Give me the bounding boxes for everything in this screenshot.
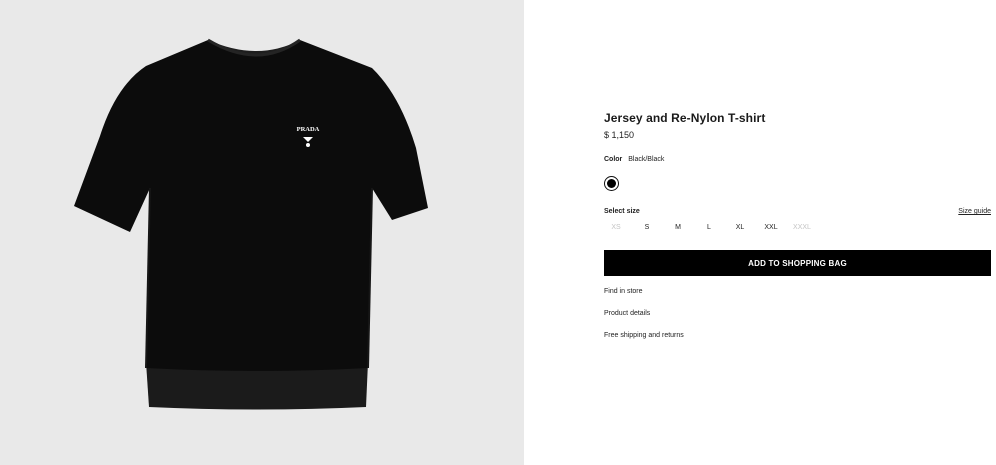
size-label: Select size: [604, 208, 640, 215]
size-option-xxxl[interactable]: XXXL: [790, 224, 814, 231]
product-title: Jersey and Re-Nylon T-shirt: [604, 111, 766, 125]
size-option-s[interactable]: S: [635, 224, 659, 231]
size-option-m[interactable]: M: [666, 224, 690, 231]
color-value: Black/Black: [628, 156, 665, 163]
add-to-bag-button[interactable]: ADD TO SHOPPING BAG: [604, 250, 991, 276]
product-image-panel: PRADA: [0, 0, 524, 465]
size-guide-link[interactable]: Size guide: [958, 208, 991, 215]
tshirt-logo: PRADA: [297, 126, 320, 133]
color-swatch-black[interactable]: [604, 176, 619, 191]
find-in-store-link[interactable]: Find in store: [604, 288, 643, 295]
product-info-panel: Jersey and Re-Nylon T-shirt $ 1,150 Colo…: [524, 0, 996, 465]
size-option-xxl[interactable]: XXL: [759, 224, 783, 231]
shipping-returns-link[interactable]: Free shipping and returns: [604, 332, 684, 339]
size-option-l[interactable]: L: [697, 224, 721, 231]
size-option-xs[interactable]: XS: [604, 224, 628, 231]
color-row: Color Black/Black: [604, 156, 664, 163]
product-price: $ 1,150: [604, 130, 635, 140]
tshirt-body: [74, 40, 428, 371]
size-options: XS S M L XL XXL XXXL: [604, 224, 824, 236]
color-label: Color: [604, 156, 623, 163]
product-details-link[interactable]: Product details: [604, 310, 650, 317]
size-option-xl[interactable]: XL: [728, 224, 752, 231]
product-image: PRADA: [74, 38, 428, 410]
